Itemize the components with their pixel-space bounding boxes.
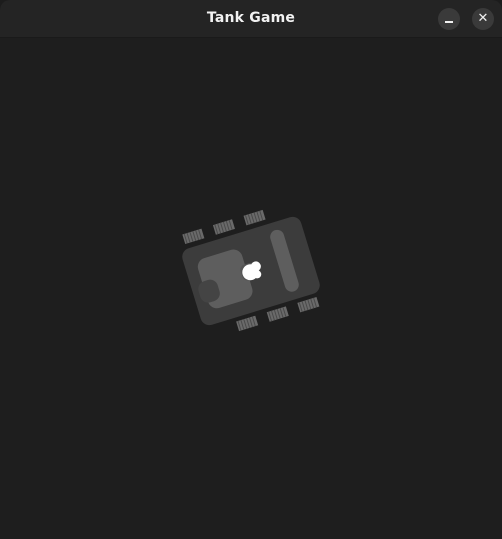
tread-bottom-2 [266,306,289,322]
close-button[interactable]: ✕ [472,8,494,30]
tread-top-1 [182,228,205,245]
window-title: Tank Game [206,10,296,26]
tread-top-2 [212,219,235,235]
game-canvas[interactable] [0,38,502,539]
minimize-button[interactable] [438,8,460,30]
title-bar[interactable]: Tank Game ✕ [0,0,502,38]
tread-top-3 [243,209,266,226]
tread-bottom-1 [236,315,259,332]
player-tank [182,209,320,332]
close-icon: ✕ [477,11,489,26]
app-window: Tank Game ✕ [0,0,502,539]
minimize-icon [445,21,453,23]
tread-bottom-3 [297,296,320,313]
game-scene [182,209,320,332]
